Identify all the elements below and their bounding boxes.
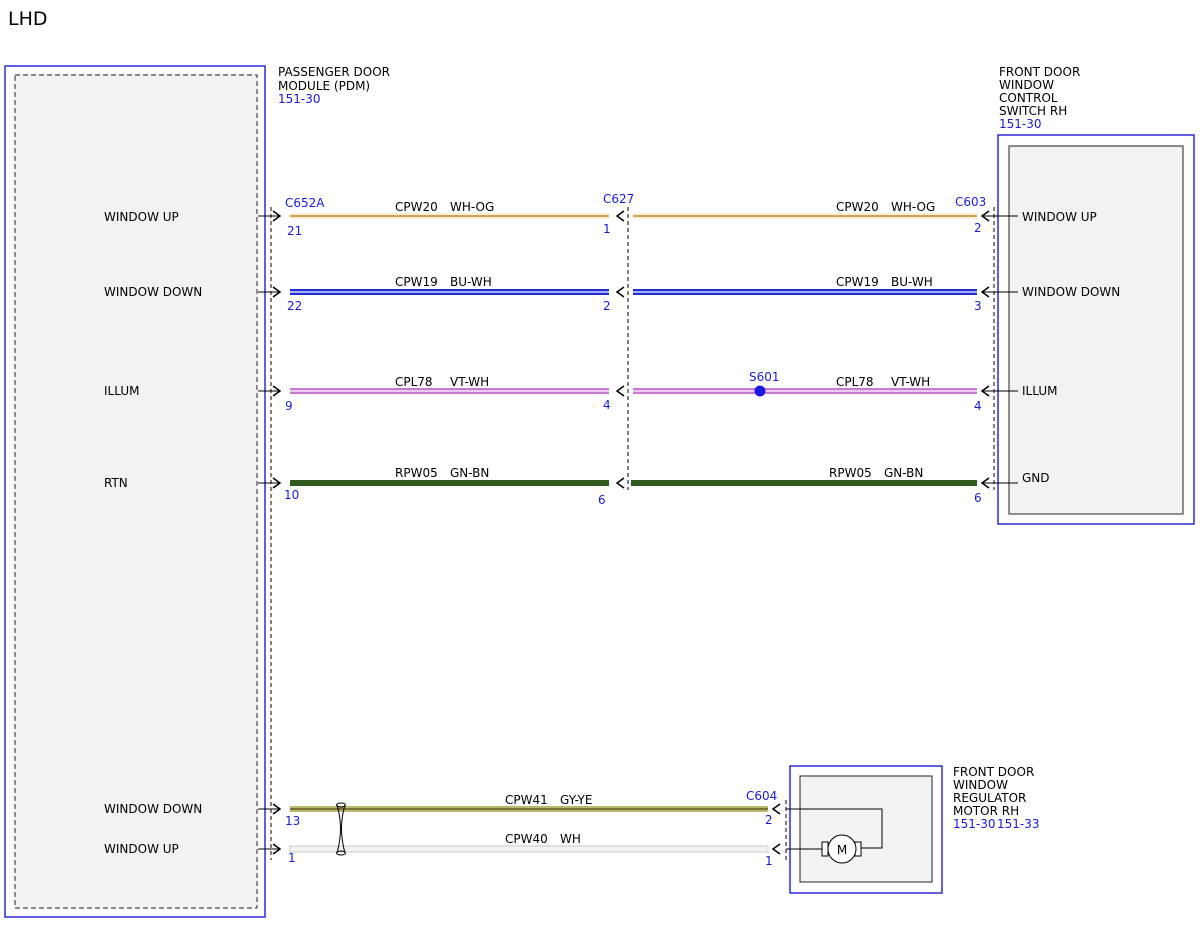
switch-pin-label: WINDOW DOWN [1022,285,1120,299]
pdm-name-line-2: MODULE (PDM) [278,79,370,93]
wire-color: VT-WH [450,375,489,389]
switch-pin-number: 6 [974,491,982,505]
wire-color: WH-OG [891,200,935,214]
wire-color: WH-OG [450,200,494,214]
switch-pin-number: 4 [974,399,982,413]
wire-circuit: CPW40 [505,832,548,846]
switch-pin-number: 2 [974,221,982,235]
wire-circuit: CPL78 [395,375,433,389]
motor-symbol-letter: M [837,843,847,857]
motor-ref-2: 151-33 [997,817,1040,831]
pdm-pin-label: ILLUM [104,384,139,398]
wire-color: GY-YE [560,793,592,807]
motor-terminal-arrow-icon [771,843,781,855]
wire-circuit: RPW05 [829,466,872,480]
pdm-pin-label: RTN [104,476,128,490]
inline-terminal-arrow-icon [615,385,625,397]
pdm-module: PASSENGER DOOR MODULE (PDM) 151-30 [4,65,390,918]
switch-body [1008,145,1184,515]
pdm-pin-label: WINDOW UP [104,842,179,856]
switch-name-line-2: WINDOW [999,78,1054,92]
wire-color: WH [560,832,581,846]
inline-terminal-arrow-icon [615,286,625,298]
wiring-diagram: LHD PASSENGER DOOR MODULE (PDM) 151-30 F… [4,8,1195,918]
pdm-pin-number: 22 [287,299,302,313]
inline-pin-number: 2 [603,299,611,313]
wire-color: GN-BN [884,466,923,480]
motor-name-line-3: REGULATOR [953,791,1026,805]
wire-circuit: CPW20 [836,200,879,214]
connector-switch: C603 [955,195,986,209]
pdm-name-line-1: PASSENGER DOOR [278,65,390,79]
wire-circuit: RPW05 [395,466,438,480]
switch-ref: 151-30 [999,117,1042,131]
inline-pin-number: 6 [598,493,606,507]
switch-pin-label: GND [1022,471,1050,485]
motor-pin-number: 1 [765,854,773,868]
connector-inline: C627 [603,192,634,206]
motor-name-line-1: FRONT DOOR [953,765,1034,779]
wire-circuit: CPW20 [395,200,438,214]
switch-name-line-3: CONTROL [999,91,1058,105]
pdm-pin-label: WINDOW DOWN [104,285,202,299]
motor-body [799,775,933,883]
pdm-pin-number: 21 [287,224,302,238]
inline-pin-number: 1 [603,222,611,236]
wire-circuit: CPW19 [836,275,879,289]
pdm-ref: 151-30 [278,92,321,106]
inline-pin-number: 4 [603,398,611,412]
splice-name: S601 [749,370,780,384]
pdm-pin-label: WINDOW DOWN [104,802,202,816]
motor-name-line-4: MOTOR RH [953,804,1019,818]
wire-color: BU-WH [450,275,492,289]
motor-ref-1: 151-30 [953,817,996,831]
wire-circuit: CPL78 [836,375,874,389]
switch-pin-label: WINDOW UP [1022,210,1097,224]
motor-pin-number: 2 [765,813,773,827]
switch-pin-number: 3 [974,299,982,313]
wire-color: VT-WH [891,375,930,389]
pdm-pin-number: 13 [285,814,300,828]
switch-pin-label: ILLUM [1022,384,1057,398]
page-title: LHD [8,8,48,30]
pdm-body [14,74,258,909]
wire-color: BU-WH [891,275,933,289]
connector-pdm: C652A [285,196,325,210]
pdm-pin-label: WINDOW UP [104,210,179,224]
inline-terminal-arrow-icon [615,477,625,489]
switch-name-line-4: SWITCH RH [999,104,1067,118]
inline-terminal-arrow-icon [615,210,625,222]
wire-color: GN-BN [450,466,489,480]
pdm-pin-number: 9 [285,399,293,413]
pdm-pin-number: 1 [288,851,296,865]
motor-name-line-2: WINDOW [953,778,1008,792]
wire-circuit: CPW41 [505,793,548,807]
connector-motor: C604 [746,789,777,803]
motor-brush-left [821,841,829,857]
pdm-pin-number: 10 [284,488,299,502]
wire-circuit: CPW19 [395,275,438,289]
switch-name-line-1: FRONT DOOR [999,65,1080,79]
motor-terminal-arrow-icon [771,803,781,815]
motor-module: M FRONT DOOR WINDOW REGULATOR MOTOR RH 1… [786,765,1040,894]
splice-dot-icon [754,385,766,397]
